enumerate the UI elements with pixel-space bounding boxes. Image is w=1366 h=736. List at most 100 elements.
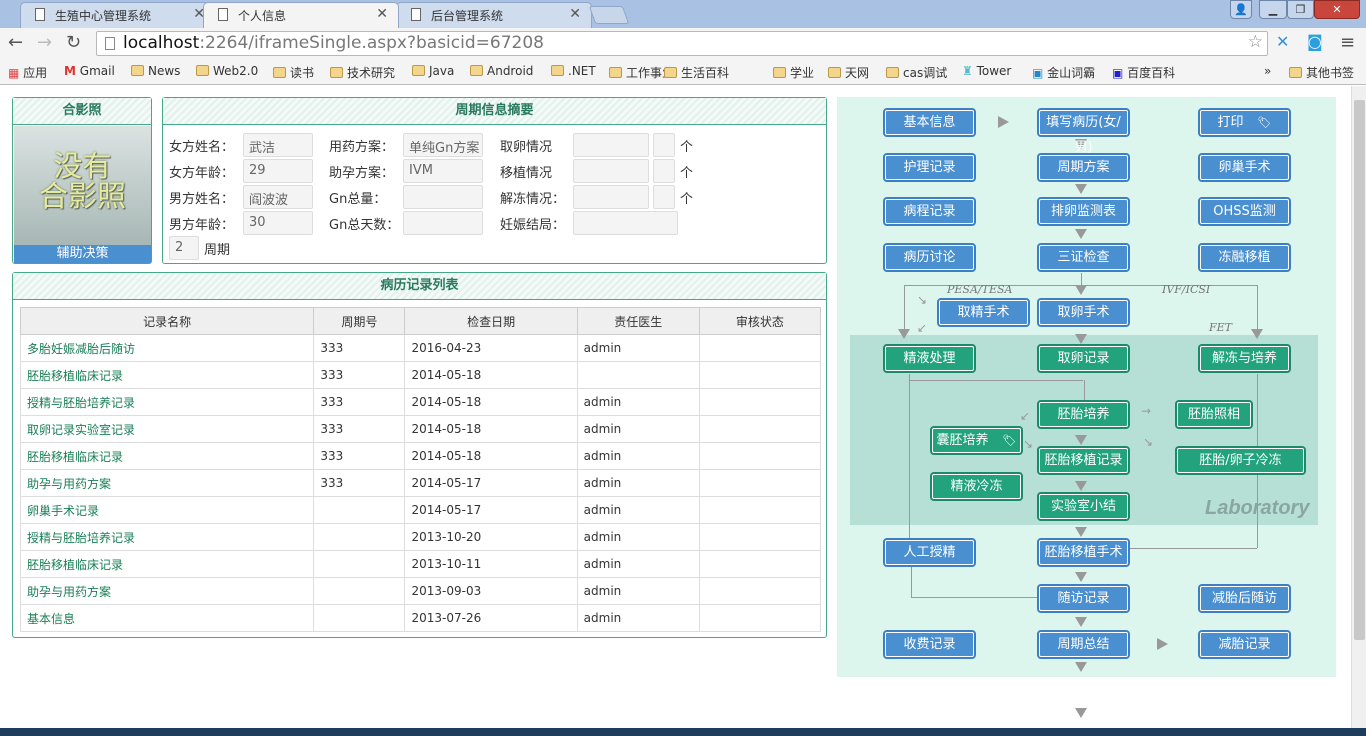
bookmark-other[interactable]: 其他书签 [1289, 64, 1354, 81]
record-link[interactable]: 助孕与用药方案 [27, 585, 111, 599]
record-link[interactable]: 胚胎移植临床记录 [27, 558, 123, 572]
bookmark-study[interactable]: 学业 [773, 64, 814, 81]
star-icon[interactable]: ☆ [1248, 32, 1263, 52]
column-header[interactable]: 审核状态 [698, 307, 822, 335]
table-row[interactable]: 助孕与用药方案 2013-09-03 admin [19, 577, 822, 605]
flow-monitor-button[interactable]: 排卵监测表 [1037, 197, 1130, 226]
record-link[interactable]: 胚胎移植临床记录 [27, 369, 123, 383]
bookmark-web20[interactable]: Web2.0 [196, 64, 258, 78]
bookmark-dotnet[interactable]: .NET [551, 64, 596, 78]
column-header[interactable]: 周期号 [313, 307, 406, 335]
maximize-button[interactable]: ❐ [1287, 0, 1314, 19]
flow-thaw-button[interactable]: 解冻与培养 [1198, 344, 1291, 373]
bookmark-cas[interactable]: cas调试 [886, 64, 947, 81]
field-input[interactable]: IVM [403, 159, 483, 183]
field-input[interactable] [573, 133, 649, 157]
field-input[interactable]: 阎波波 [243, 185, 313, 209]
record-link[interactable]: 授精与胚胎培养记录 [27, 531, 135, 545]
table-row[interactable]: 助孕与用药方案 333 2014-05-17 admin [19, 469, 822, 497]
table-row[interactable]: 授精与胚胎培养记录 333 2014-05-18 admin [19, 388, 822, 416]
flow-blast-button[interactable]: 囊胚培养 🏷 [930, 426, 1023, 455]
count-input[interactable] [653, 133, 675, 157]
menu-icon[interactable]: ≡ [1340, 32, 1355, 53]
field-input[interactable] [403, 211, 483, 235]
reload-icon[interactable]: ↻ [66, 32, 81, 53]
flow-reduce-follow-button[interactable]: 减胎后随访 [1198, 584, 1291, 613]
flow-fee-button[interactable]: 收费记录 [883, 630, 976, 659]
table-row[interactable]: 取卵记录实验室记录 333 2014-05-18 admin [19, 415, 822, 443]
flow-summary-button[interactable]: 实验室小结 [1037, 492, 1130, 521]
column-header[interactable]: 检查日期 [404, 307, 578, 335]
bookmark-reading[interactable]: 读书 [273, 64, 314, 81]
flow-egg-op-button[interactable]: 取卵手术 [1037, 298, 1130, 327]
flow-transfer-op-button[interactable]: 胚胎移植手术 [1037, 538, 1130, 567]
flow-egg-rec-button[interactable]: 取卵记录 [1037, 344, 1130, 373]
address-bar[interactable]: localhost:2264/iframeSingle.aspx?basicid… [96, 31, 1268, 56]
record-link[interactable]: 卵巢手术记录 [27, 504, 99, 518]
bookmark-tianwang[interactable]: 天网 [828, 64, 869, 81]
flow-print-button[interactable]: 打印 🏷 [1198, 108, 1291, 137]
field-input[interactable] [573, 185, 649, 209]
record-link[interactable]: 助孕与用药方案 [27, 477, 111, 491]
table-row[interactable]: 授精与胚胎培养记录 2013-10-20 admin [19, 523, 822, 551]
record-link[interactable]: 授精与胚胎培养记录 [27, 396, 135, 410]
flow-iui-button[interactable]: 人工授精 [883, 538, 976, 567]
tab-personal-info[interactable]: 个人信息 ✕ [203, 2, 399, 28]
bookmark-gmail[interactable]: M Gmail [64, 64, 115, 78]
record-link[interactable]: 基本信息 [27, 612, 75, 626]
back-icon[interactable]: ← [8, 32, 23, 53]
field-input[interactable] [403, 185, 483, 209]
table-row[interactable]: 卵巢手术记录 2014-05-17 admin [19, 496, 822, 524]
cycle-number-field[interactable]: 2 [169, 236, 199, 260]
table-row[interactable]: 胚胎移植临床记录 333 2014-05-18 admin [19, 442, 822, 470]
flow-ovary-button[interactable]: 卵巢手术 [1198, 153, 1291, 182]
flow-ohss-button[interactable]: OHSS监测 [1198, 197, 1291, 226]
minimize-button[interactable]: ▁ [1259, 0, 1287, 19]
count-input[interactable] [653, 185, 675, 209]
flow-semen-button[interactable]: 精液处理 [883, 344, 976, 373]
table-row[interactable]: 胚胎移植临床记录 333 2014-05-18 [19, 361, 822, 389]
field-input[interactable]: 单纯Gn方案 [403, 133, 483, 157]
tab-reproductive-center[interactable]: 生殖中心管理系统 ✕ [20, 2, 216, 28]
flow-semen-freeze-button[interactable]: 精液冷冻 [930, 472, 1023, 501]
column-header[interactable]: 责任医生 [576, 307, 700, 335]
flow-history-button[interactable]: 填写病历(女/男) [1037, 108, 1130, 155]
bookmark-baike[interactable]: ▣ 百度百科 [1112, 64, 1175, 81]
bookmark-apps[interactable]: ▦ 应用 [8, 64, 47, 81]
flow-course-button[interactable]: 病程记录 [883, 197, 976, 226]
user-icon[interactable]: 👤 [1230, 0, 1252, 19]
field-input[interactable] [573, 159, 649, 183]
flow-transfer-rec-button[interactable]: 胚胎移植记录 [1037, 446, 1130, 475]
close-icon[interactable]: ✕ [569, 6, 581, 22]
field-input[interactable]: 29 [243, 159, 313, 183]
field-input[interactable]: 武洁 [243, 133, 313, 157]
record-link[interactable]: 多胎妊娠减胎后随访 [27, 342, 135, 356]
close-window-button[interactable]: ✕ [1314, 0, 1360, 19]
bookmark-tower[interactable]: ♜ Tower [962, 64, 1011, 78]
flow-freeze-button[interactable]: 胚胎/卵子冷冻 [1175, 446, 1306, 475]
assist-decision-button[interactable]: 辅助决策 [14, 245, 151, 263]
scrollbar-thumb[interactable] [1354, 100, 1365, 640]
new-tab-button[interactable] [588, 6, 630, 24]
field-input[interactable] [573, 211, 678, 235]
flow-photo-button[interactable]: 胚胎照相 [1175, 400, 1253, 429]
close-icon[interactable]: ✕ [376, 6, 388, 22]
bookmark-android[interactable]: Android [470, 64, 533, 78]
flow-cycle-sum-button[interactable]: 周期总结 [1037, 630, 1130, 659]
flow-check-button[interactable]: 三证检查 [1037, 243, 1130, 272]
flow-reduce-button[interactable]: 减胎记录 [1198, 630, 1291, 659]
table-row[interactable]: 胚胎移植临床记录 2013-10-11 admin [19, 550, 822, 578]
forward-icon[interactable]: → [37, 32, 52, 53]
flow-basic-button[interactable]: 基本信息 [883, 108, 976, 137]
extension-icon[interactable]: ✕ [1276, 32, 1289, 51]
record-link[interactable]: 胚胎移植临床记录 [27, 450, 123, 464]
flow-nursing-button[interactable]: 护理记录 [883, 153, 976, 182]
field-input[interactable]: 30 [243, 211, 313, 235]
more-bookmarks-icon[interactable]: » [1264, 64, 1271, 78]
scrollbar[interactable] [1351, 86, 1366, 728]
flow-sperm-op-button[interactable]: 取精手术 [937, 298, 1030, 327]
tab-admin[interactable]: 后台管理系统 ✕ [396, 2, 592, 28]
flow-culture-button[interactable]: 胚胎培养 [1037, 400, 1130, 429]
column-header[interactable]: 记录名称 [19, 307, 315, 335]
table-row[interactable]: 多胎妊娠减胎后随访 333 2016-04-23 admin [19, 334, 822, 362]
